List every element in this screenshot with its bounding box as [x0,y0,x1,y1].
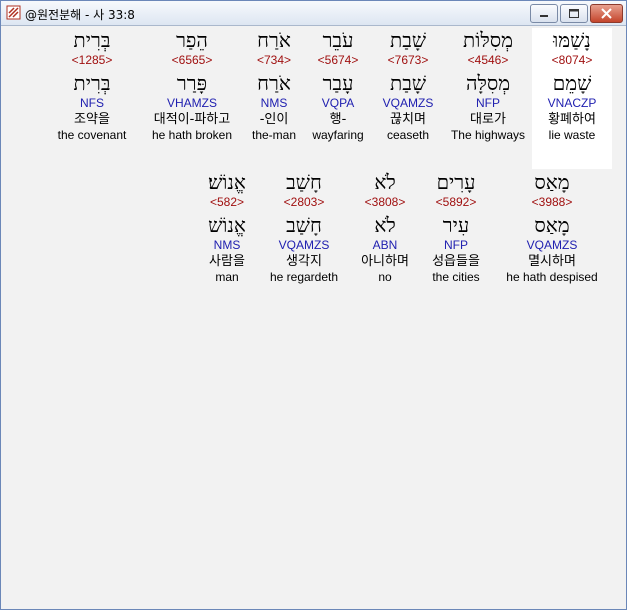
hebrew-lemma: שָׁבַת [390,71,426,95]
korean-gloss: 아니하며 [361,254,409,269]
korean-gloss: 황폐하여 [548,112,596,127]
hebrew-word: מְסִלּוֹת [463,28,513,52]
close-icon [601,8,612,19]
english-gloss: The highways [450,128,526,142]
korean-gloss: 사람을 [209,254,245,269]
parsing-code: NFS [80,96,104,110]
strong-number[interactable]: <2803> [259,195,349,213]
hebrew-lemma: בְּרִית [73,71,111,95]
parsing-code: NMS [213,238,241,252]
hebrew-word: מָאַס [534,170,570,194]
english-gloss: he hath despised [506,270,598,284]
korean-gloss: 끊치며 [390,112,426,127]
parsing-code: NFP [476,96,500,110]
hebrew-word: אֹרַח [257,28,291,52]
strong-number[interactable]: <1285> [44,53,140,71]
hebrew-word: בְּרִית [73,28,111,52]
korean-gloss: 성읍들을 [432,254,480,269]
korean-gloss: 대로가 [470,112,506,127]
close-button[interactable] [590,4,623,23]
korean-gloss: 멸시하며 [528,254,576,269]
word-card[interactable]: לֹא <3808> לֹא ABN 아니하며 no [345,170,425,284]
hebrew-lemma: פָּרַר [176,71,208,95]
english-gloss: he hath broken [151,128,233,142]
english-gloss: lie waste [548,128,596,142]
hebrew-lemma: מָאַס [534,213,570,237]
word-card[interactable]: שָׁבַת <7673> שָׁבַת VQAMZS 끊치며 ceaseth [368,28,448,142]
hebrew-lemma: חָשַׁב [286,213,322,237]
english-gloss: he regardeth [269,270,339,284]
strong-number[interactable]: <734> [236,53,312,71]
hebrew-lemma: לֹא [374,213,396,237]
strong-number[interactable]: <4546> [448,53,528,71]
korean-gloss: 조약을 [74,112,110,127]
title-bar[interactable]: @원전분해 - 사 33:8 [1,1,626,26]
bible-book-icon [6,5,21,20]
hebrew-word: עָרִים [436,170,476,194]
parsing-code: VHAMZS [166,96,217,110]
app-window: @원전분해 - 사 33:8 נָשַׁמּוּ <8074> שָׁמֵם V… [0,0,627,610]
hebrew-lemma: שָׁמֵם [552,71,592,95]
strong-number[interactable]: <5892> [416,195,496,213]
parsing-code: VQAMZS [278,238,330,252]
maximize-icon [569,9,579,18]
word-card[interactable]: אֱנוֹשׁ׃ <582> אֱנוֹשׁ NMS 사람을 man [192,170,262,284]
strong-number[interactable]: <3988> [496,195,608,213]
korean-gloss: -인이 [259,112,289,127]
minimize-icon [540,15,548,17]
strong-number[interactable]: <8074> [532,53,612,71]
strong-number[interactable]: <3808> [345,195,425,213]
hebrew-lemma: מְסִלָּה [465,71,511,95]
korean-gloss: 생각지 [286,254,322,269]
english-gloss: no [378,270,392,284]
word-card[interactable]: בְּרִית <1285> בְּרִית NFS 조약을 the coven… [44,28,140,142]
word-card[interactable]: עָרִים <5892> עִיר NFP 성읍들을 the cities [416,170,496,284]
strong-number[interactable]: <7673> [368,53,448,71]
word-card[interactable]: מָאַס <3988> מָאַס VQAMZS 멸시하며 he hath d… [496,170,608,284]
hebrew-word: שָׁבַת [390,28,426,52]
english-gloss: the-man [251,128,297,142]
parsing-code: VNACZP [547,96,597,110]
parsing-code: NFP [444,238,468,252]
english-gloss: the cities [432,270,480,284]
korean-gloss: 대적이-파하고 [153,112,231,127]
minimize-button[interactable] [530,4,558,23]
hebrew-word: הֵפַר [176,28,208,52]
parsing-code: VQAMZS [526,238,578,252]
parsing-code: ABN [372,238,398,252]
strong-number[interactable]: <6565> [137,53,247,71]
english-gloss: ceaseth [386,128,430,142]
english-gloss: the covenant [57,128,127,142]
word-card[interactable]: נָשַׁמּוּ <8074> שָׁמֵם VNACZP 황폐하여 lie … [532,28,612,169]
hebrew-lemma: אֹרַח [257,71,291,95]
parsing-code: NMS [260,96,288,110]
word-card[interactable]: מְסִלּוֹת <4546> מְסִלָּה NFP 대로가 The hi… [448,28,528,142]
verse-analysis-pane[interactable]: נָשַׁמּוּ <8074> שָׁמֵם VNACZP 황폐하여 lie … [6,28,617,604]
window-title: @원전분해 - 사 33:8 [25,8,135,22]
hebrew-lemma: אֱנוֹשׁ [208,213,246,237]
hebrew-word: חָשַׁב [286,170,322,194]
hebrew-lemma: עִיר [442,213,470,237]
hebrew-word: אֱנוֹשׁ׃ [208,170,246,194]
word-card[interactable]: חָשַׁב <2803> חָשַׁב VQAMZS 생각지 he regar… [259,170,349,284]
parsing-code: VQAMZS [382,96,434,110]
english-gloss: man [215,270,239,284]
strong-number[interactable]: <582> [192,195,262,213]
hebrew-word: נָשַׁמּוּ [553,28,591,52]
hebrew-word: לֹא [374,170,396,194]
word-card[interactable]: הֵפַר <6565> פָּרַר VHAMZS 대적이-파하고 he ha… [137,28,247,142]
maximize-button[interactable] [560,4,588,23]
word-card[interactable]: אֹרַח <734> אֹרַח NMS -인이 the-man [236,28,312,142]
